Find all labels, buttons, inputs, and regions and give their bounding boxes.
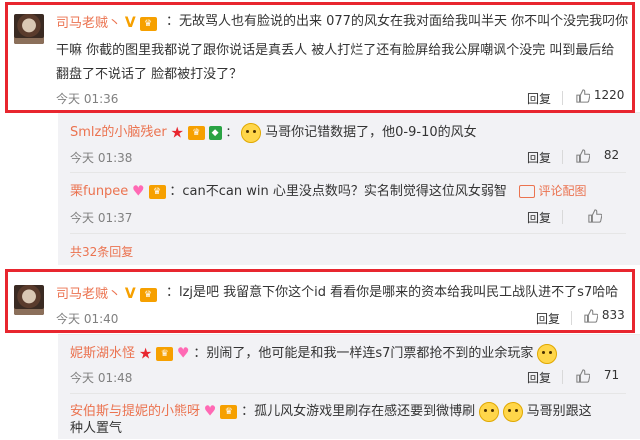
divider: [562, 150, 563, 164]
reply-text: ：别闹了，他可能是和我一样连s7门票都抢不到的业余玩家: [193, 346, 534, 361]
comment-text: ：lzj是吧 我留意下你这个id 看看你是哪来的资本给我叫民工战队进不了s7哈哈: [166, 285, 619, 300]
reply-button[interactable]: 回复: [527, 369, 551, 386]
reply-button[interactable]: 回复: [527, 209, 551, 226]
divider: [571, 311, 572, 325]
reply-text: 马哥你记错数据了，他0-9-10的风女: [265, 125, 477, 140]
emoji-icon: [502, 401, 523, 422]
divider: [562, 370, 563, 384]
comment-time: 今天 01:36: [56, 92, 119, 106]
thumb-up-icon: [576, 368, 590, 383]
username[interactable]: 司马老贼丶: [56, 16, 121, 31]
reply-button[interactable]: 回复: [536, 310, 560, 327]
star-icon: ★: [138, 344, 153, 363]
like-count: 71: [603, 368, 620, 382]
vip-v-icon: V: [124, 15, 136, 31]
vip-level-icon: ♛: [148, 184, 166, 199]
reply-time: 今天 01:48: [70, 371, 133, 385]
emoji-icon: [478, 401, 499, 422]
thumb-up-icon: [576, 148, 590, 163]
divider: [70, 172, 626, 173]
heart-icon: ♥: [203, 403, 217, 420]
like-count: 833: [601, 308, 625, 322]
reply-header: 栗funpee ♥ ♛ ：can不can win 心里没点数吗？实名制觉得这位风…: [70, 180, 587, 203]
vip-level-icon: ♛: [187, 125, 205, 140]
avatar[interactable]: [14, 14, 44, 44]
username[interactable]: 司马老贼丶: [56, 287, 121, 302]
avatar[interactable]: [14, 285, 44, 315]
like-count: 82: [603, 148, 620, 162]
like-button[interactable]: 833: [584, 308, 625, 323]
username[interactable]: Smlz的小脑残er: [70, 125, 167, 140]
vip-level-icon: ♛: [220, 404, 238, 419]
divider: [562, 210, 563, 224]
reply-button[interactable]: 回复: [527, 149, 551, 166]
like-button[interactable]: 71: [576, 368, 619, 383]
username[interactable]: 安伯斯与提妮的小熊呀: [70, 404, 200, 419]
emoji-icon: [537, 343, 558, 364]
reply-time: 今天 01:38: [70, 151, 133, 165]
comment-text-line3: 翻盘了不说话了 脸都被打没了？: [56, 67, 243, 82]
like-button[interactable]: [588, 208, 602, 223]
like-count: 1220: [593, 88, 625, 102]
like-button[interactable]: 82: [576, 148, 619, 163]
vip-level-icon: ♛: [156, 346, 174, 361]
reply-header: 安伯斯与提妮的小熊呀 ♥ ♛ ：孤儿风女游戏里刷存在感还要到微博刷 马哥别跟这: [70, 400, 592, 423]
comment-header: 司马老贼丶 V ♛: [56, 12, 157, 31]
divider: [70, 393, 626, 394]
member-icon: ◆: [208, 125, 222, 140]
view-image-link[interactable]: 评论配图: [538, 184, 586, 198]
comment-time: 今天 01:40: [56, 312, 119, 326]
reply-header: Smlz的小脑残er ★ ♛ ◆ ： 马哥你记错数据了，他0-9-10的风女: [70, 122, 477, 143]
reply-header: 妮斯湖水怪 ★ ♛ ♥ ：别闹了，他可能是和我一样连s7门票都抢不到的业余玩家: [70, 342, 558, 365]
thumb-up-icon: [584, 308, 598, 323]
username[interactable]: 栗funpee: [70, 184, 128, 199]
star-icon: ★: [170, 123, 184, 142]
comment-text-line2: 干嘛 你截的图里我都说了跟你说话是真丢人 被人打烂了还有脸屏给我公屏嘲讽个没完 …: [56, 43, 615, 58]
heart-icon: ♥: [132, 183, 145, 200]
comment-header: 司马老贼丶 V ♛: [56, 283, 157, 302]
reply-text: ：孤儿风女游戏里刷存在感还要到微博刷: [241, 404, 476, 419]
reply-text-line2: 种人置气: [70, 421, 123, 436]
thumb-up-icon: [588, 208, 602, 223]
emoji-icon: [241, 122, 262, 143]
comment-text: ：无故骂人也有脸说的出来 077的风女在我对面给我叫半天 你不叫个没完我叼你: [166, 14, 629, 29]
reply-time: 今天 01:37: [70, 211, 133, 225]
reply-text-tail: 马哥别跟这: [526, 404, 592, 419]
heart-icon: ♥: [176, 345, 190, 362]
divider: [562, 91, 563, 105]
image-icon: [518, 185, 535, 198]
thumb-up-icon: [576, 88, 590, 103]
reply-text: ：can不can win 心里没点数吗？实名制觉得这位风女弱智: [169, 184, 507, 199]
vip-level-icon: ♛: [139, 287, 157, 302]
like-button[interactable]: 1220: [576, 88, 624, 103]
reply-button[interactable]: 回复: [527, 90, 551, 107]
divider: [70, 233, 626, 234]
vip-v-icon: V: [124, 286, 136, 302]
vip-level-icon: ♛: [139, 16, 157, 31]
username[interactable]: 妮斯湖水怪: [70, 346, 135, 361]
more-replies-link[interactable]: 共32条回复: [70, 243, 133, 260]
